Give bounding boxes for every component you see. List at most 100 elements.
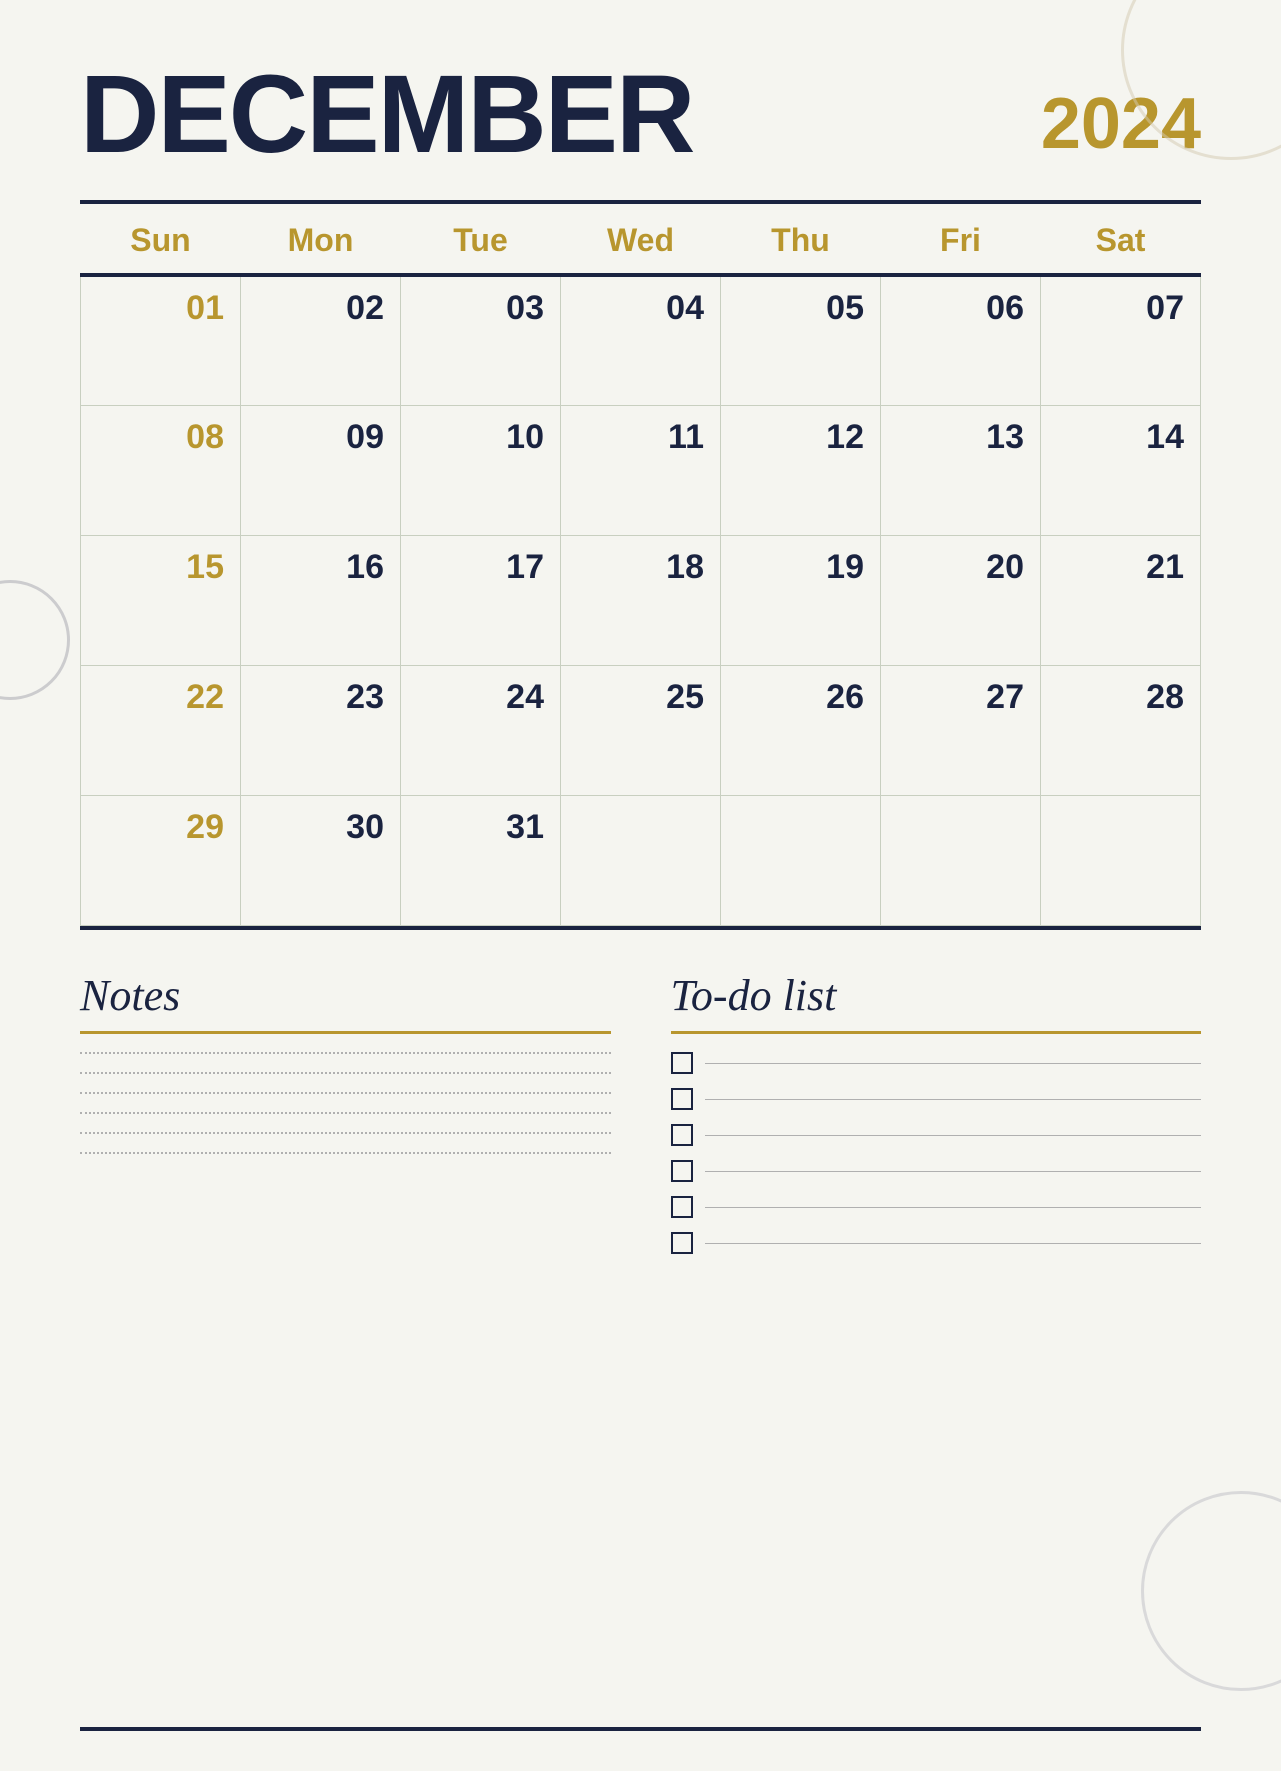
todo-section: To-do list (671, 970, 1202, 1268)
calendar-cell (881, 795, 1041, 925)
todo-checkbox[interactable] (671, 1052, 693, 1074)
notes-title: Notes (80, 970, 611, 1021)
todo-item (671, 1088, 1202, 1110)
calendar-cell: 08 (81, 405, 241, 535)
calendar-cell: 19 (721, 535, 881, 665)
todo-checkbox[interactable] (671, 1088, 693, 1110)
calendar-wrapper: Sun Mon Tue Wed Thu Fri Sat 01 02 03 04 05 06… (80, 200, 1201, 930)
calendar-cell (1041, 795, 1201, 925)
todo-line (705, 1206, 1202, 1208)
date-number: 31 (417, 808, 544, 847)
date-number: 26 (737, 678, 864, 717)
calendar-cell: 20 (881, 535, 1041, 665)
date-number: 11 (577, 418, 704, 457)
calendar-cell: 10 (401, 405, 561, 535)
header-sun: Sun (81, 204, 241, 275)
calendar-cell: 03 (401, 275, 561, 405)
calendar-table: Sun Mon Tue Wed Thu Fri Sat 01 02 03 04 05 06… (80, 204, 1201, 926)
calendar-bottom-border (80, 926, 1201, 930)
calendar-cell: 17 (401, 535, 561, 665)
calendar-cell: 07 (1041, 275, 1201, 405)
deco-circle-bottom-right (1141, 1491, 1281, 1691)
final-border (80, 1727, 1201, 1731)
date-number: 22 (97, 678, 224, 717)
header-mon: Mon (241, 204, 401, 275)
calendar-cell: 13 (881, 405, 1041, 535)
notes-line (80, 1132, 611, 1134)
date-number: 30 (257, 808, 384, 847)
date-number: 16 (257, 548, 384, 587)
date-number: 05 (737, 289, 864, 328)
todo-item (671, 1124, 1202, 1146)
calendar-week-row: 08 09 10 11 12 13 14 (81, 405, 1201, 535)
calendar-cell: 30 (241, 795, 401, 925)
date-number: 28 (1057, 678, 1184, 717)
date-number: 01 (97, 289, 224, 328)
todo-line (705, 1170, 1202, 1172)
calendar-cell: 25 (561, 665, 721, 795)
deco-circle-left (0, 580, 70, 700)
calendar-cell: 15 (81, 535, 241, 665)
todo-items (671, 1052, 1202, 1254)
date-number: 03 (417, 289, 544, 328)
calendar-cell (721, 795, 881, 925)
date-number: 06 (897, 289, 1024, 328)
todo-checkbox[interactable] (671, 1232, 693, 1254)
calendar-cell: 09 (241, 405, 401, 535)
todo-item (671, 1160, 1202, 1182)
header-thu: Thu (721, 204, 881, 275)
calendar-cell: 21 (1041, 535, 1201, 665)
date-number: 17 (417, 548, 544, 587)
date-number: 09 (257, 418, 384, 457)
date-number: 13 (897, 418, 1024, 457)
todo-item (671, 1052, 1202, 1074)
page-header: DECEMBER 2024 (80, 60, 1201, 170)
notes-line (80, 1052, 611, 1054)
calendar-cell: 01 (81, 275, 241, 405)
date-number: 23 (257, 678, 384, 717)
calendar-cell: 04 (561, 275, 721, 405)
date-number: 20 (897, 548, 1024, 587)
date-number: 19 (737, 548, 864, 587)
date-number: 18 (577, 548, 704, 587)
calendar-cell: 14 (1041, 405, 1201, 535)
todo-item (671, 1232, 1202, 1254)
calendar-week-row: 22 23 24 25 26 27 28 (81, 665, 1201, 795)
date-number: 25 (577, 678, 704, 717)
date-number: 08 (97, 418, 224, 457)
calendar-week-row: 15 16 17 18 19 20 21 (81, 535, 1201, 665)
month-title: DECEMBER (80, 60, 694, 170)
todo-line (705, 1242, 1202, 1244)
calendar-page: DECEMBER 2024 Sun Mon Tue Wed Thu Fri Sa… (0, 0, 1281, 1771)
date-number: 07 (1057, 289, 1184, 328)
calendar-cell: 02 (241, 275, 401, 405)
date-number: 02 (257, 289, 384, 328)
calendar-cell: 24 (401, 665, 561, 795)
todo-checkbox[interactable] (671, 1124, 693, 1146)
calendar-cell: 23 (241, 665, 401, 795)
todo-line (705, 1134, 1202, 1136)
calendar-cell: 16 (241, 535, 401, 665)
notes-underline (80, 1031, 611, 1034)
date-number: 27 (897, 678, 1024, 717)
date-number: 14 (1057, 418, 1184, 457)
header-sat: Sat (1041, 204, 1201, 275)
header-fri: Fri (881, 204, 1041, 275)
calendar-cell: 06 (881, 275, 1041, 405)
todo-checkbox[interactable] (671, 1196, 693, 1218)
todo-checkbox[interactable] (671, 1160, 693, 1182)
calendar-cell: 11 (561, 405, 721, 535)
date-number: 24 (417, 678, 544, 717)
todo-line (705, 1098, 1202, 1100)
date-number: 21 (1057, 548, 1184, 587)
header-tue: Tue (401, 204, 561, 275)
calendar-cell: 28 (1041, 665, 1201, 795)
bottom-section: Notes To-do list (80, 970, 1201, 1268)
day-header-row: Sun Mon Tue Wed Thu Fri Sat (81, 204, 1201, 275)
todo-title: To-do list (671, 970, 1202, 1021)
date-number: 29 (97, 808, 224, 847)
calendar-cell: 31 (401, 795, 561, 925)
calendar-cell: 29 (81, 795, 241, 925)
calendar-cell (561, 795, 721, 925)
calendar-cell: 12 (721, 405, 881, 535)
